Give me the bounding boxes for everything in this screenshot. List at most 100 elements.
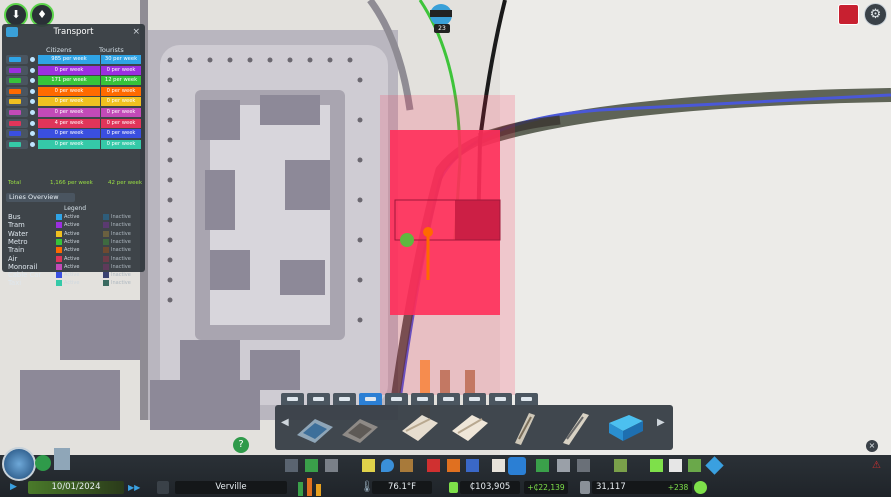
education-icon[interactable] <box>492 459 505 472</box>
unique-buildings-icon[interactable] <box>577 459 590 472</box>
garbage-icon[interactable] <box>400 459 413 472</box>
visibility-toggle[interactable] <box>30 88 35 94</box>
asset-station-track[interactable] <box>400 409 440 445</box>
citizens-value: 0 per week <box>38 139 100 149</box>
visibility-toggle[interactable] <box>30 141 35 147</box>
active-swatch <box>56 280 62 287</box>
visibility-toggle[interactable] <box>30 120 35 126</box>
legend-name: Train <box>8 246 25 255</box>
citizens-value: 0 per week <box>38 97 100 107</box>
legend-row: Bus Active Inactive <box>8 213 138 221</box>
date-display: 10/01/2024 <box>28 481 124 494</box>
legend-row: Monorail Active Inactive <box>8 263 138 271</box>
scroll-right-icon[interactable]: ▶ <box>657 417 665 428</box>
asset-train-station-2[interactable] <box>340 409 380 445</box>
tab-taxi[interactable] <box>489 393 512 405</box>
asset-rail-track[interactable] <box>505 409 545 445</box>
inactive-label: Inactive <box>111 230 131 237</box>
close-toolbar-icon[interactable]: × <box>866 440 878 452</box>
transport-icon[interactable] <box>508 457 526 475</box>
visibility-toggle[interactable] <box>30 110 35 115</box>
tab-metro[interactable] <box>333 393 356 405</box>
tab-monorail[interactable] <box>437 393 460 405</box>
active-label: Active <box>64 272 80 279</box>
legend-row: Water Active Inactive <box>8 230 138 238</box>
inactive-label: Inactive <box>111 247 131 254</box>
active-label: Active <box>64 280 80 287</box>
scroll-left-icon[interactable]: ◀ <box>281 417 289 428</box>
visibility-toggle[interactable] <box>30 57 35 62</box>
gear-icon[interactable]: ⚙ <box>864 3 887 26</box>
city-building-icon <box>54 448 70 470</box>
help-icon[interactable]: ? <box>233 437 249 453</box>
tourists-value: 0 per week <box>101 86 141 96</box>
tab-train[interactable] <box>359 393 382 405</box>
tourists-header: Tourists <box>99 46 124 54</box>
legend-name: Tram <box>8 221 25 230</box>
electricity-icon[interactable] <box>362 459 375 472</box>
healthcare-icon[interactable] <box>427 459 440 472</box>
zoning-tool-icon[interactable] <box>305 459 318 472</box>
play-icon[interactable]: ▶ <box>10 482 21 493</box>
tab-tram[interactable] <box>307 393 330 405</box>
asset-train-depot[interactable] <box>605 409 645 445</box>
tab-cablecar[interactable] <box>463 393 486 405</box>
monuments-icon[interactable] <box>557 459 570 472</box>
speed-icon[interactable]: ▶▶ <box>128 482 142 493</box>
total-row: Total 1,166 per week 42 per week <box>6 179 143 188</box>
legend-name: Taxi <box>8 279 22 288</box>
visibility-toggle[interactable] <box>30 78 35 84</box>
inactive-label: Inactive <box>111 238 131 245</box>
police-icon[interactable] <box>466 459 479 472</box>
close-icon[interactable]: × <box>132 24 140 40</box>
asset-train-station-1[interactable] <box>295 409 335 445</box>
chirper-icon[interactable] <box>838 4 859 25</box>
water-icon[interactable] <box>381 459 394 472</box>
tab-bus[interactable] <box>281 393 304 405</box>
city-name[interactable]: Verville <box>175 481 287 494</box>
economy-icon[interactable] <box>650 459 663 472</box>
money-balance[interactable]: ₵103,905 <box>460 481 520 494</box>
landscaping-icon[interactable] <box>614 459 627 472</box>
lines-overview-tab[interactable]: Lines Overview <box>6 193 75 202</box>
info-views-icon[interactable] <box>688 459 701 472</box>
inactive-label: Inactive <box>111 272 131 279</box>
legend-header: Legend <box>64 205 87 212</box>
visibility-toggle[interactable] <box>30 67 35 73</box>
citizens-value: 171 per week <box>38 76 100 86</box>
vehicle-icon <box>6 55 28 64</box>
asset-rail-track-2[interactable] <box>555 409 595 445</box>
policies-icon[interactable] <box>669 459 682 472</box>
inactive-swatch <box>103 214 109 220</box>
tab-plane[interactable] <box>411 393 434 405</box>
globe-icon[interactable] <box>2 447 36 481</box>
tab-misc[interactable] <box>515 393 538 405</box>
tab-ship[interactable] <box>385 393 408 405</box>
active-label: Active <box>64 255 80 262</box>
parks-icon[interactable] <box>536 459 549 472</box>
total-label: Total <box>8 180 21 186</box>
inactive-swatch <box>103 247 109 254</box>
tourists-value: 30 per week <box>101 55 141 64</box>
visibility-toggle[interactable] <box>30 131 35 137</box>
asset-station-track-2[interactable] <box>450 409 490 445</box>
roads-icon[interactable] <box>285 459 298 472</box>
industrial-demand-bar <box>316 484 321 496</box>
visibility-toggle[interactable] <box>30 99 35 105</box>
transport-row: 4 per week 0 per week <box>6 118 143 128</box>
vehicle-icon <box>6 108 28 117</box>
zoning-icon[interactable] <box>35 455 51 471</box>
inactive-label: Inactive <box>111 280 131 287</box>
commercial-demand-bar <box>307 478 312 496</box>
districts-icon[interactable] <box>325 459 338 472</box>
population-icon <box>580 481 590 494</box>
population: 31,117 <box>592 481 666 494</box>
fire-icon[interactable] <box>447 459 460 472</box>
transport-row: 171 per week 12 per week <box>6 76 143 86</box>
active-swatch <box>56 263 62 270</box>
info-panel-icon[interactable] <box>157 481 169 494</box>
fire-alert-icon[interactable]: ⚠ <box>872 459 886 473</box>
active-label: Active <box>64 263 80 270</box>
vehicle-icon <box>6 118 28 128</box>
legend-row: Air Active Inactive <box>8 255 138 263</box>
